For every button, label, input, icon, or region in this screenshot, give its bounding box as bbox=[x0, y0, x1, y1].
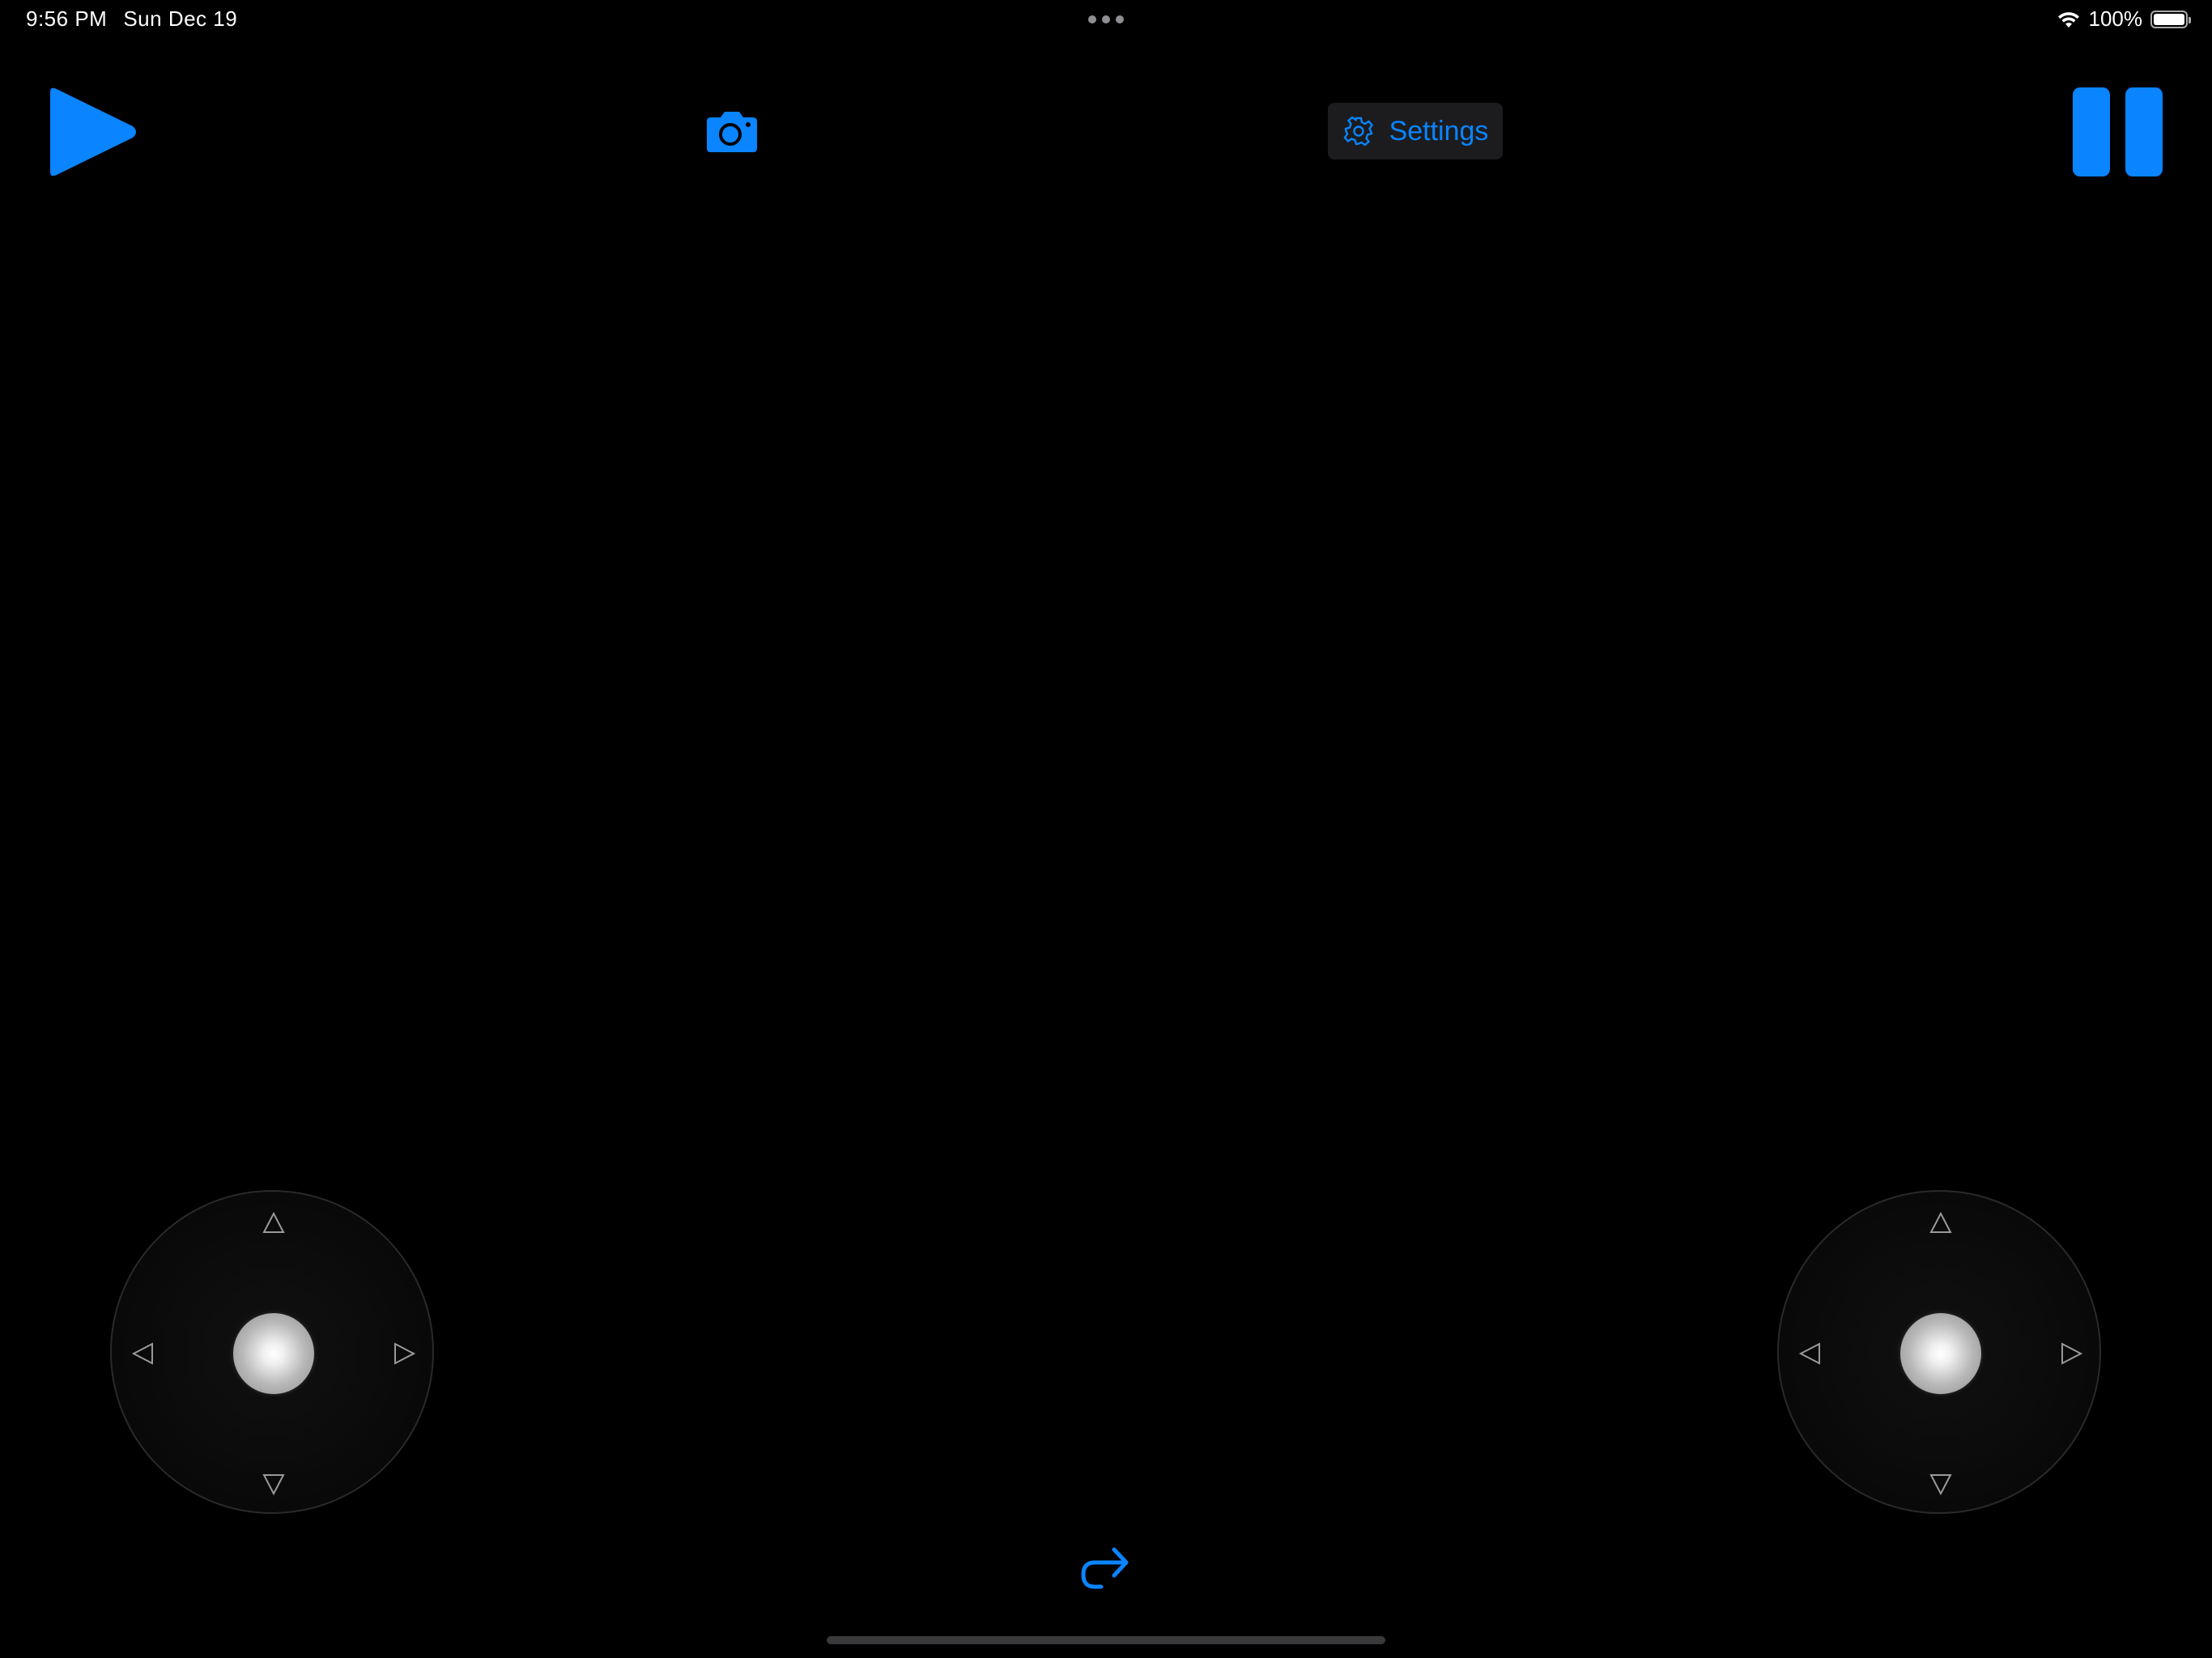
right-arrow-icon bbox=[394, 1342, 416, 1365]
down-arrow-icon bbox=[1929, 1474, 1952, 1496]
joystick-knob[interactable] bbox=[233, 1313, 314, 1394]
dot-icon bbox=[1102, 15, 1110, 23]
left-arrow-icon bbox=[131, 1342, 153, 1365]
pause-button[interactable] bbox=[2073, 87, 2163, 178]
right-arrow-icon bbox=[2061, 1342, 2083, 1365]
dot-icon bbox=[1088, 15, 1096, 23]
camera-icon bbox=[707, 112, 757, 152]
multitasking-menu[interactable] bbox=[1088, 15, 1124, 24]
left-arrow-icon bbox=[1798, 1342, 1820, 1365]
dot-icon bbox=[1116, 15, 1124, 23]
gear-icon bbox=[1343, 116, 1373, 147]
up-arrow-icon bbox=[262, 1211, 285, 1233]
status-time: 9:56 PM Sun Dec 19 bbox=[26, 6, 237, 32]
status-time-text: 9:56 PM bbox=[26, 6, 108, 31]
app-screen: 9:56 PM Sun Dec 19 100% Settings bbox=[0, 0, 2212, 1658]
redo-button[interactable] bbox=[1077, 1540, 1135, 1598]
status-date-text: Sun Dec 19 bbox=[123, 6, 238, 31]
settings-label: Settings bbox=[1389, 115, 1489, 147]
right-joystick[interactable] bbox=[1777, 1190, 2101, 1514]
battery-percent: 100% bbox=[2088, 6, 2143, 31]
left-joystick[interactable] bbox=[110, 1190, 434, 1514]
camera-button[interactable] bbox=[706, 109, 758, 153]
wifi-icon bbox=[2057, 11, 2079, 28]
joystick-knob[interactable] bbox=[1900, 1313, 1981, 1394]
play-button[interactable] bbox=[47, 86, 139, 178]
status-indicators: 100% bbox=[2057, 6, 2191, 32]
play-icon bbox=[50, 87, 136, 176]
redo-arrow-icon bbox=[1081, 1547, 1129, 1589]
up-arrow-icon bbox=[1929, 1211, 1952, 1233]
down-arrow-icon bbox=[262, 1474, 285, 1496]
battery-full-icon bbox=[2150, 10, 2191, 28]
settings-button[interactable]: Settings bbox=[1328, 103, 1503, 159]
home-indicator[interactable] bbox=[827, 1636, 1385, 1644]
